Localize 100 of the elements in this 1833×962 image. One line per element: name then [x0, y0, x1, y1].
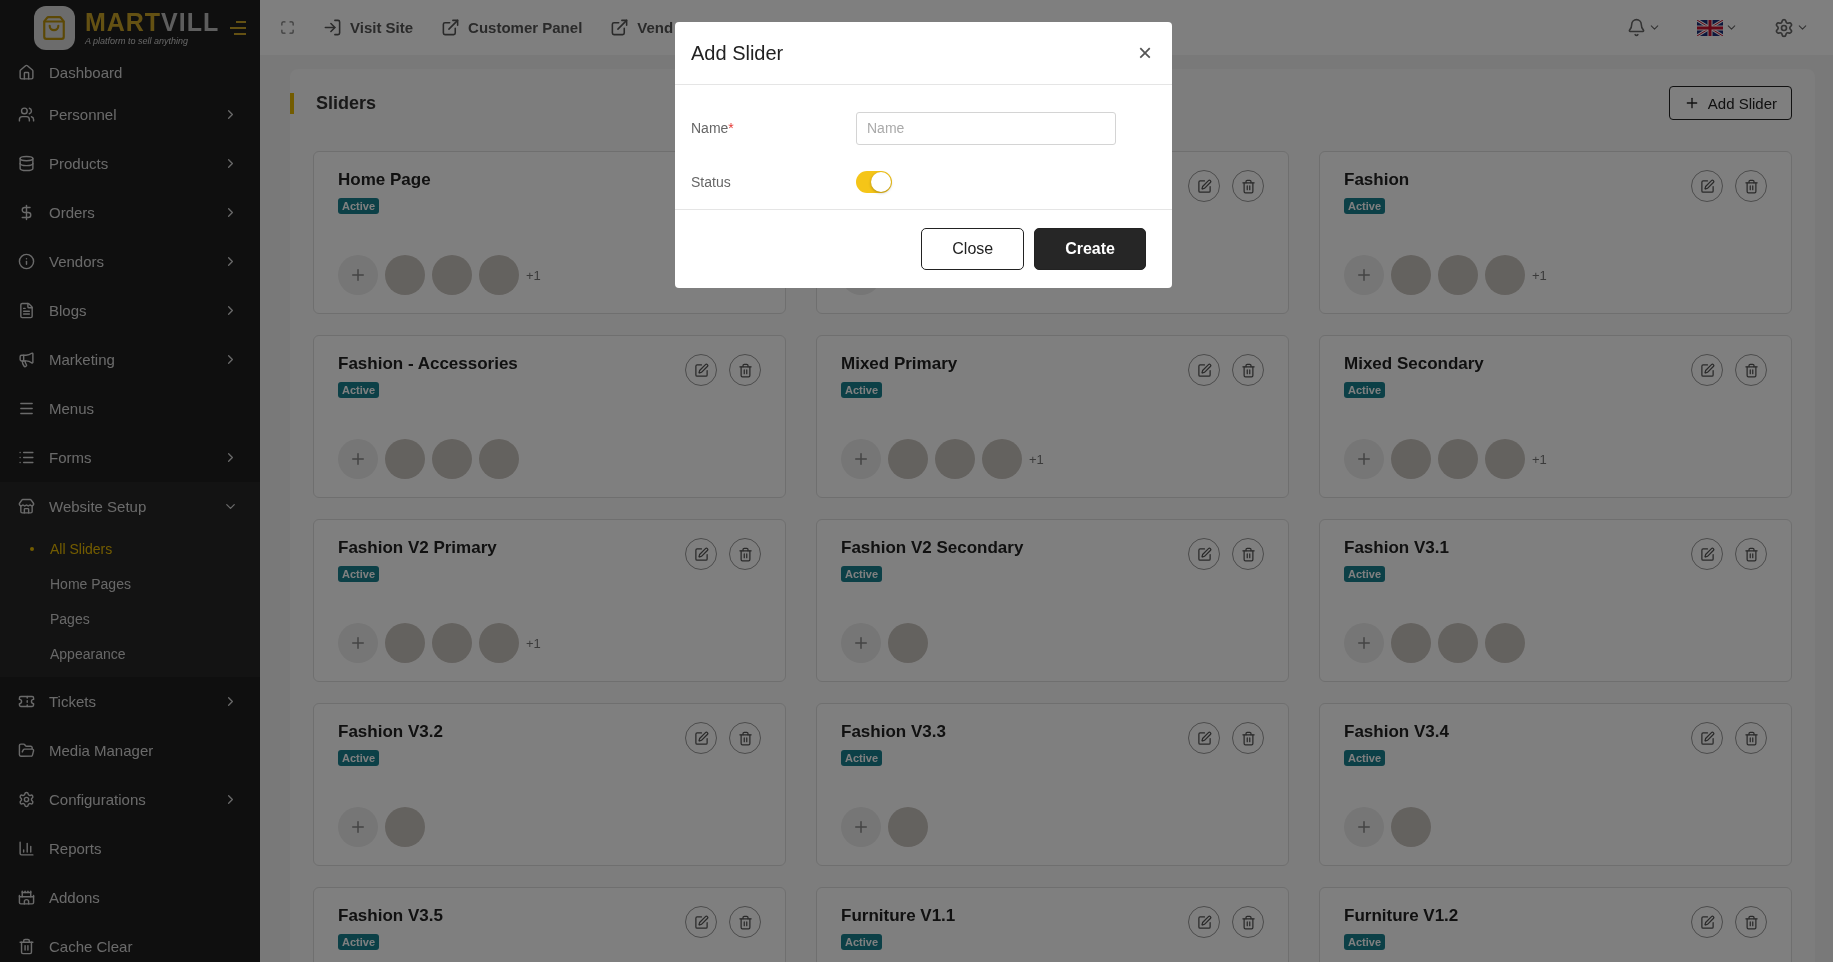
header-link[interactable]: Customer Panel — [441, 18, 583, 37]
plus-icon — [1355, 266, 1373, 284]
sidebar-item[interactable]: Personnel — [0, 90, 260, 139]
sidebar-item[interactable]: Website Setup — [0, 482, 260, 531]
sidebar-item[interactable]: Forms — [0, 433, 260, 482]
sidebar-item[interactable]: Orders — [0, 188, 260, 237]
delete-button[interactable] — [1735, 354, 1767, 386]
name-input[interactable]: Name — [856, 111, 1116, 145]
edit-icon — [1699, 914, 1715, 930]
edit-button[interactable] — [1188, 906, 1220, 938]
delete-button[interactable] — [729, 354, 761, 386]
photo-placeholder — [432, 255, 472, 295]
edit-button[interactable] — [685, 906, 717, 938]
edit-button[interactable] — [1691, 170, 1723, 202]
delete-button[interactable] — [1232, 354, 1264, 386]
delete-button[interactable] — [1232, 722, 1264, 754]
menu-icon[interactable] — [229, 20, 246, 35]
enter-icon — [323, 18, 342, 37]
slider-name: Fashion V2 Primary — [338, 538, 498, 558]
delete-button[interactable] — [1735, 170, 1767, 202]
photo-placeholder — [982, 439, 1022, 479]
add-image-button[interactable] — [1344, 255, 1384, 295]
photo-placeholder — [1438, 439, 1478, 479]
sidebar-item[interactable]: Marketing — [0, 335, 260, 384]
edit-button[interactable] — [1691, 722, 1723, 754]
status-badge: Active — [841, 934, 883, 950]
delete-button[interactable] — [729, 906, 761, 938]
add-image-button[interactable] — [338, 807, 378, 847]
edit-button[interactable] — [1188, 722, 1220, 754]
delete-button[interactable] — [1735, 722, 1767, 754]
settings-icon[interactable] — [1774, 17, 1809, 38]
add-image-button[interactable] — [338, 439, 378, 479]
external-link-icon — [610, 18, 630, 37]
plus-icon — [349, 818, 367, 836]
submenu-item[interactable]: Home Pages — [0, 566, 260, 601]
sidebar-item[interactable]: Configurations — [0, 775, 260, 824]
edit-button[interactable] — [685, 722, 717, 754]
edit-button[interactable] — [1691, 538, 1723, 570]
sidebar-item[interactable]: Dashboard — [0, 55, 260, 90]
edit-button[interactable] — [1691, 906, 1723, 938]
trash-icon — [18, 938, 35, 955]
add-image-button[interactable] — [1344, 623, 1384, 663]
home-icon — [18, 64, 35, 81]
add-image-button[interactable] — [841, 807, 881, 847]
add-slider-button[interactable]: Add Slider — [1668, 86, 1792, 120]
edit-button[interactable] — [685, 354, 717, 386]
sidebar-item[interactable]: Blogs — [0, 286, 260, 335]
add-image-button[interactable] — [1344, 807, 1384, 847]
slider-name: Fashion V3.1 — [1344, 538, 1450, 558]
sidebar-item[interactable]: Reports — [0, 824, 260, 873]
edit-button[interactable] — [1691, 354, 1723, 386]
sidebar-item[interactable]: Tickets — [0, 677, 260, 726]
trash-icon — [1240, 178, 1256, 194]
slider-name: Home Page — [338, 170, 432, 190]
delete-button[interactable] — [1735, 906, 1767, 938]
add-image-button[interactable] — [1344, 439, 1384, 479]
status-badge: Active — [841, 566, 883, 582]
fullscreen-icon[interactable] — [280, 20, 295, 35]
close-button[interactable]: Close — [921, 228, 1025, 270]
sidebar-item[interactable]: Media Manager — [0, 726, 260, 775]
edit-button[interactable] — [1188, 354, 1220, 386]
edit-button[interactable] — [1188, 538, 1220, 570]
delete-button[interactable] — [1232, 170, 1264, 202]
header-link[interactable]: Visit Site — [323, 18, 414, 37]
photo-placeholder — [888, 623, 928, 663]
delete-button[interactable] — [1735, 538, 1767, 570]
close-button[interactable]: × — [1134, 41, 1156, 65]
menu-icon — [18, 400, 35, 417]
edit-icon — [1196, 362, 1212, 378]
status-badge: Active — [338, 934, 380, 950]
add-image-button[interactable] — [338, 255, 378, 295]
status-toggle[interactable] — [856, 171, 892, 193]
delete-button[interactable] — [729, 538, 761, 570]
sidebar-item[interactable]: Addons — [0, 873, 260, 922]
edit-button[interactable] — [1188, 170, 1220, 202]
sidebar-item[interactable]: Products — [0, 139, 260, 188]
delete-button[interactable] — [1232, 538, 1264, 570]
page-title: Sliders — [290, 92, 377, 114]
photo-placeholder — [385, 807, 425, 847]
slider-name: Fashion V3.5 — [338, 906, 444, 926]
bell-icon[interactable] — [1627, 18, 1661, 37]
delete-button[interactable] — [1232, 906, 1264, 938]
create-button[interactable]: Create — [1034, 228, 1146, 270]
photo-placeholder — [935, 439, 975, 479]
header-link[interactable]: Vend — [610, 18, 674, 37]
add-image-button[interactable] — [841, 439, 881, 479]
slider-name: Fashion — [1344, 170, 1411, 190]
submenu-item[interactable]: Pages — [0, 601, 260, 636]
sidebar-item[interactable]: Menus — [0, 384, 260, 433]
photo-placeholder — [1485, 623, 1525, 663]
plus-icon — [852, 818, 870, 836]
submenu-item[interactable]: Appearance — [0, 636, 260, 671]
photo-placeholder — [385, 623, 425, 663]
add-image-button[interactable] — [338, 623, 378, 663]
sidebar-item[interactable]: Vendors — [0, 237, 260, 286]
sidebar-item[interactable]: Cache Clear — [0, 922, 260, 962]
delete-button[interactable] — [729, 722, 761, 754]
edit-button[interactable] — [685, 538, 717, 570]
add-image-button[interactable] — [841, 623, 881, 663]
submenu-item[interactable]: All Sliders — [0, 531, 260, 566]
